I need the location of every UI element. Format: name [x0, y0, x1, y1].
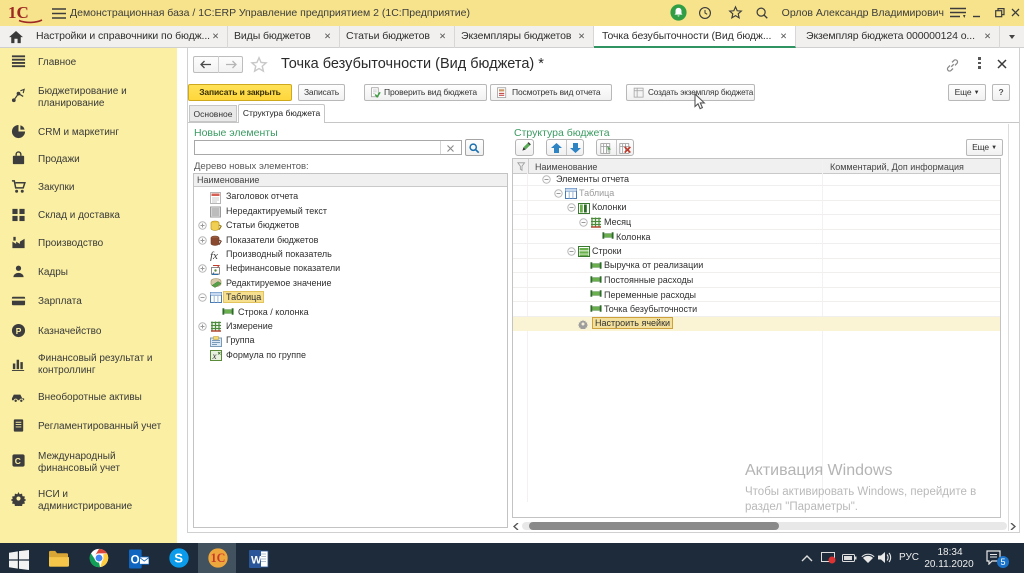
svg-text:1С: 1С — [211, 551, 226, 565]
svg-text:W: W — [251, 555, 262, 567]
svg-text:P: P — [16, 326, 22, 336]
svg-text:O: O — [131, 555, 140, 567]
svg-text:S: S — [174, 551, 183, 566]
svg-text:C: C — [15, 456, 21, 466]
svg-text:1С: 1С — [8, 3, 29, 22]
svg-text:x: x — [212, 351, 217, 361]
svg-text:fx: fx — [210, 250, 218, 261]
